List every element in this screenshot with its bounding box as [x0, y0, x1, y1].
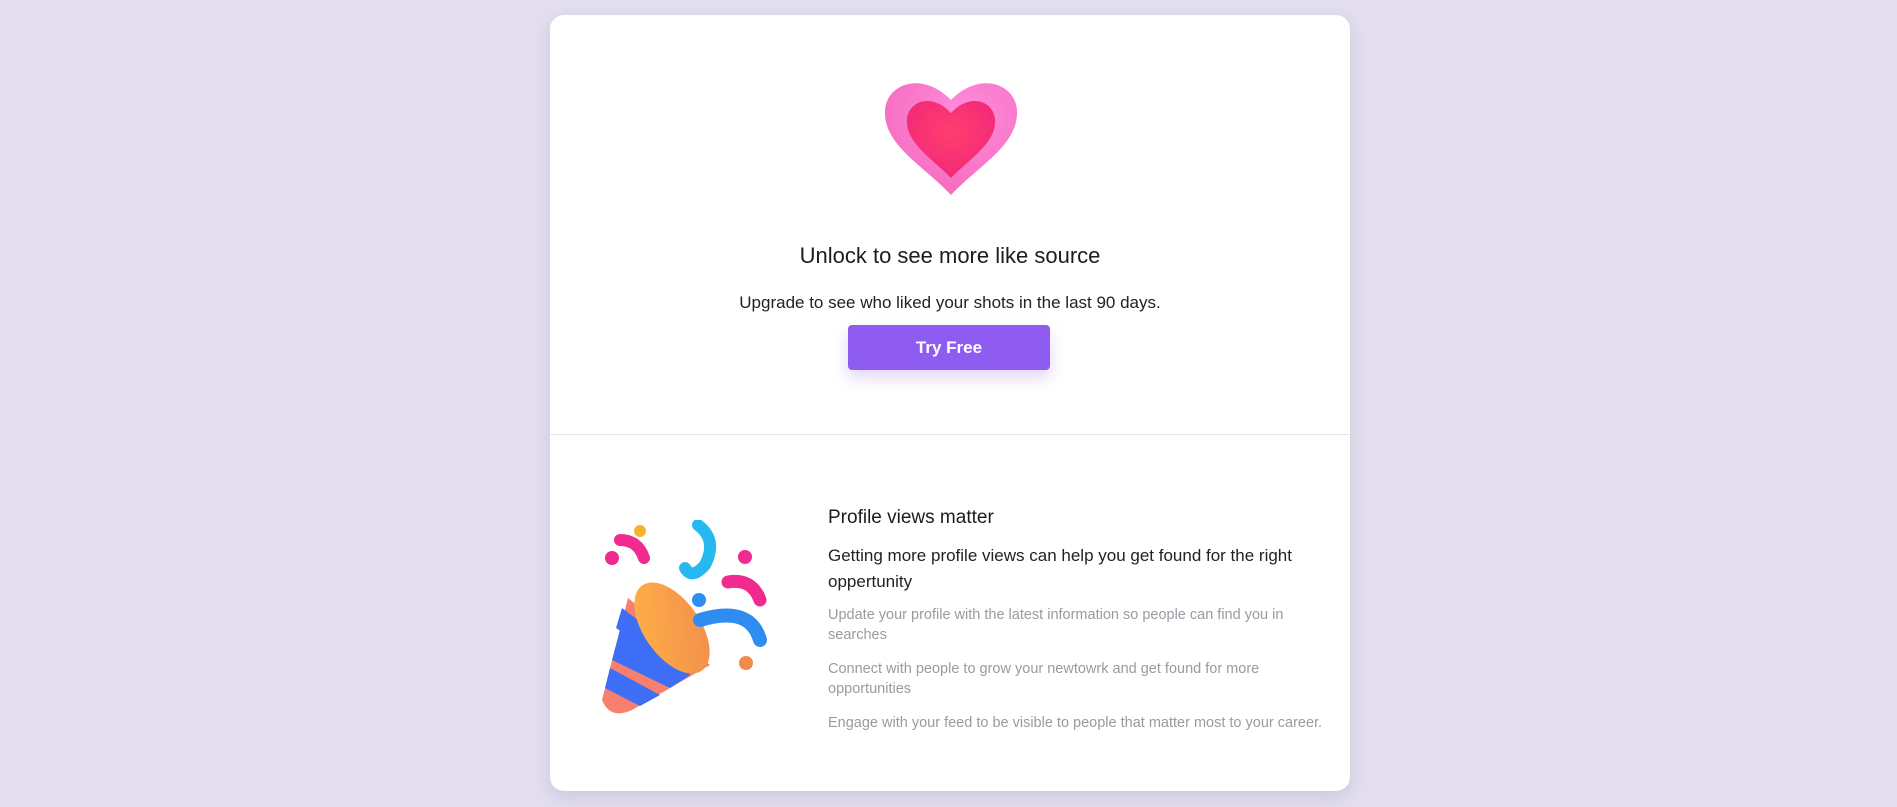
- tip-item: Update your profile with the latest info…: [828, 607, 1284, 643]
- divider: [550, 434, 1350, 435]
- tip-item: Engage with your feed to be visible to p…: [828, 715, 1323, 731]
- tips-lead: Getting more profile views can help you …: [828, 546, 1292, 591]
- tips-section: Profile views matter Getting more profil…: [828, 505, 1328, 747]
- heart-icon: [884, 83, 1018, 195]
- upsell-subtitle: Upgrade to see who liked your shots in t…: [739, 293, 1161, 312]
- tips-heading: Profile views matter: [828, 507, 994, 528]
- party-popper-icon: [602, 520, 767, 714]
- upgrade-card: Unlock to see more like source Upgrade t…: [550, 15, 1350, 791]
- tip-item: Connect with people to grow your newtowr…: [828, 661, 1260, 697]
- upsell-title: Unlock to see more like source: [799, 243, 1101, 268]
- upsell-section: Unlock to see more like source Upgrade t…: [550, 15, 1350, 435]
- try-free-button[interactable]: Try Free: [848, 325, 1050, 370]
